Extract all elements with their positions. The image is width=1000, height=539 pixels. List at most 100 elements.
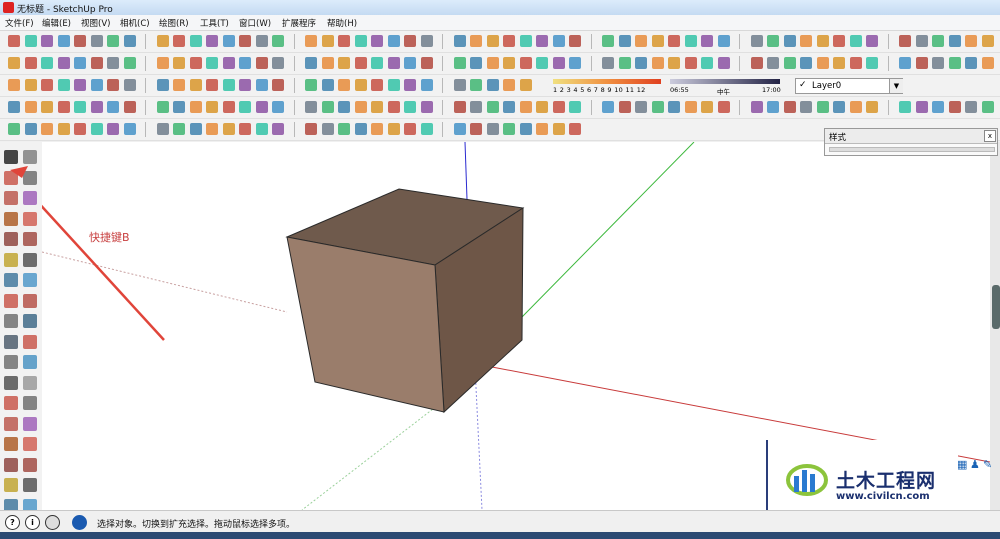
toolbar-tool-icon[interactable] [948, 57, 961, 69]
toolbar-tool-icon[interactable] [486, 57, 499, 69]
toolbar-tool-icon[interactable] [536, 123, 548, 135]
toolbar-tool-icon[interactable] [717, 57, 730, 69]
toolbar-tool-icon[interactable] [255, 101, 268, 113]
toolbar-tool-icon[interactable] [107, 101, 119, 113]
toolbar-tool-icon[interactable] [965, 35, 977, 47]
toolbar-tool-icon[interactable] [371, 123, 383, 135]
toolbar-tool-icon[interactable] [41, 35, 53, 47]
toolbar-tool-icon[interactable] [849, 35, 862, 47]
toolbar-tool-icon[interactable] [750, 101, 763, 113]
toolbar-tool-icon[interactable] [107, 35, 119, 47]
toolbar-tool-icon[interactable] [24, 57, 37, 69]
menu-file[interactable]: 文件(F) [5, 17, 34, 29]
toolbar-tool-icon[interactable] [371, 57, 383, 69]
drawing-tool-icon[interactable] [4, 375, 18, 390]
toolbar-tool-icon[interactable] [602, 35, 614, 47]
menu-view[interactable]: 视图(V) [81, 17, 110, 29]
toolbar-tool-icon[interactable] [635, 35, 647, 47]
toolbar-tool-icon[interactable] [387, 79, 400, 91]
toolbar-tool-icon[interactable] [684, 101, 697, 113]
toolbar-tool-icon[interactable] [602, 57, 614, 69]
toolbar-tool-icon[interactable] [57, 101, 70, 113]
toolbar-tool-icon[interactable] [470, 57, 482, 69]
drawing-tool-icon[interactable] [23, 273, 37, 287]
toolbar-tool-icon[interactable] [833, 101, 845, 113]
drawing-tool-icon[interactable] [23, 375, 37, 390]
toolbar-tool-icon[interactable] [239, 101, 251, 113]
toolbar-tool-icon[interactable] [503, 35, 515, 47]
toolbar-tool-icon[interactable] [156, 123, 169, 135]
menu-draw[interactable]: 绘图(R) [159, 17, 189, 29]
toolbar-tool-icon[interactable] [239, 57, 251, 69]
toolbar-tool-icon[interactable] [371, 101, 383, 113]
toolbar-tool-icon[interactable] [767, 101, 779, 113]
styles-panel[interactable]: 样式 x [824, 128, 998, 156]
account-icon[interactable] [72, 515, 87, 530]
toolbar-tool-icon[interactable] [255, 57, 268, 69]
drawing-tool-icon[interactable] [23, 314, 37, 328]
drawing-tool-icon[interactable] [23, 437, 37, 451]
toolbar-tool-icon[interactable] [420, 35, 433, 47]
toolbar-tool-icon[interactable] [222, 35, 235, 47]
toolbar-tool-icon[interactable] [800, 101, 812, 113]
toolbar-tool-icon[interactable] [866, 101, 878, 113]
toolbar-tool-icon[interactable] [57, 123, 70, 135]
menu-edit[interactable]: 编辑(E) [42, 17, 71, 29]
toolbar-tool-icon[interactable] [156, 35, 169, 47]
toolbar-tool-icon[interactable] [932, 57, 944, 69]
toolbar-tool-icon[interactable] [866, 35, 878, 47]
layer-select[interactable]: ✓ Layer0 ▼ [795, 78, 903, 94]
drawing-tool-icon[interactable] [4, 396, 18, 410]
toolbar-tool-icon[interactable] [41, 123, 53, 135]
toolbar-tool-icon[interactable] [866, 57, 878, 69]
toolbar-tool-icon[interactable] [90, 123, 103, 135]
toolbar-tool-icon[interactable] [239, 79, 251, 91]
drawing-tool-icon[interactable] [23, 478, 37, 492]
drawing-tool-icon[interactable] [4, 232, 18, 246]
toolbar-tool-icon[interactable] [404, 57, 416, 69]
drawing-tool-icon[interactable] [4, 355, 18, 369]
drawing-tool-icon[interactable] [23, 355, 37, 369]
toolbar-tool-icon[interactable] [849, 57, 862, 69]
toolbar-tool-icon[interactable] [387, 101, 400, 113]
toolbar-tool-icon[interactable] [684, 57, 697, 69]
toolbar-tool-icon[interactable] [915, 35, 928, 47]
toolbar-tool-icon[interactable] [486, 35, 499, 47]
toolbar-tool-icon[interactable] [453, 57, 466, 69]
toolbar-tool-icon[interactable] [239, 35, 251, 47]
toolbar-tool-icon[interactable] [453, 35, 466, 47]
toolbar-tool-icon[interactable] [618, 57, 631, 69]
toolbar-tool-icon[interactable] [272, 123, 284, 135]
info-icon[interactable]: i [25, 515, 40, 530]
toolbar-tool-icon[interactable] [8, 57, 20, 69]
toolbar-tool-icon[interactable] [915, 57, 928, 69]
toolbar-tool-icon[interactable] [255, 35, 268, 47]
toolbar-tool-icon[interactable] [470, 101, 482, 113]
drawing-tool-icon[interactable] [23, 457, 37, 472]
toolbar-tool-icon[interactable] [41, 57, 53, 69]
toolbar-tool-icon[interactable] [800, 57, 812, 69]
toolbar-tool-icon[interactable] [651, 57, 664, 69]
menu-tools[interactable]: 工具(T) [200, 17, 229, 29]
toolbar-tool-icon[interactable] [833, 35, 845, 47]
toolbar-tool-icon[interactable] [750, 35, 763, 47]
shadow-date-slider[interactable]: 1 2 3 4 5 6 7 8 9 10 11 12 [553, 77, 661, 95]
help-icon[interactable]: ? [5, 515, 20, 530]
toolbar-tool-icon[interactable] [57, 35, 70, 47]
drawing-tool-icon[interactable] [4, 437, 18, 451]
box-front-face[interactable] [286, 236, 445, 413]
toolbar-tool-icon[interactable] [668, 57, 680, 69]
toolbar-tool-icon[interactable] [767, 57, 779, 69]
toolbar-tool-icon[interactable] [486, 101, 499, 113]
toolbar-tool-icon[interactable] [420, 57, 433, 69]
toolbar-tool-icon[interactable] [206, 123, 218, 135]
toolbar-tool-icon[interactable] [387, 35, 400, 47]
toolbar-tool-icon[interactable] [536, 35, 548, 47]
toolbar-tool-icon[interactable] [932, 101, 944, 113]
toolbar-tool-icon[interactable] [321, 35, 334, 47]
toolbar-tool-icon[interactable] [651, 35, 664, 47]
toolbar-tool-icon[interactable] [948, 35, 961, 47]
toolbar-tool-icon[interactable] [189, 101, 202, 113]
toolbar-tool-icon[interactable] [24, 101, 37, 113]
user-icon[interactable] [45, 515, 60, 530]
